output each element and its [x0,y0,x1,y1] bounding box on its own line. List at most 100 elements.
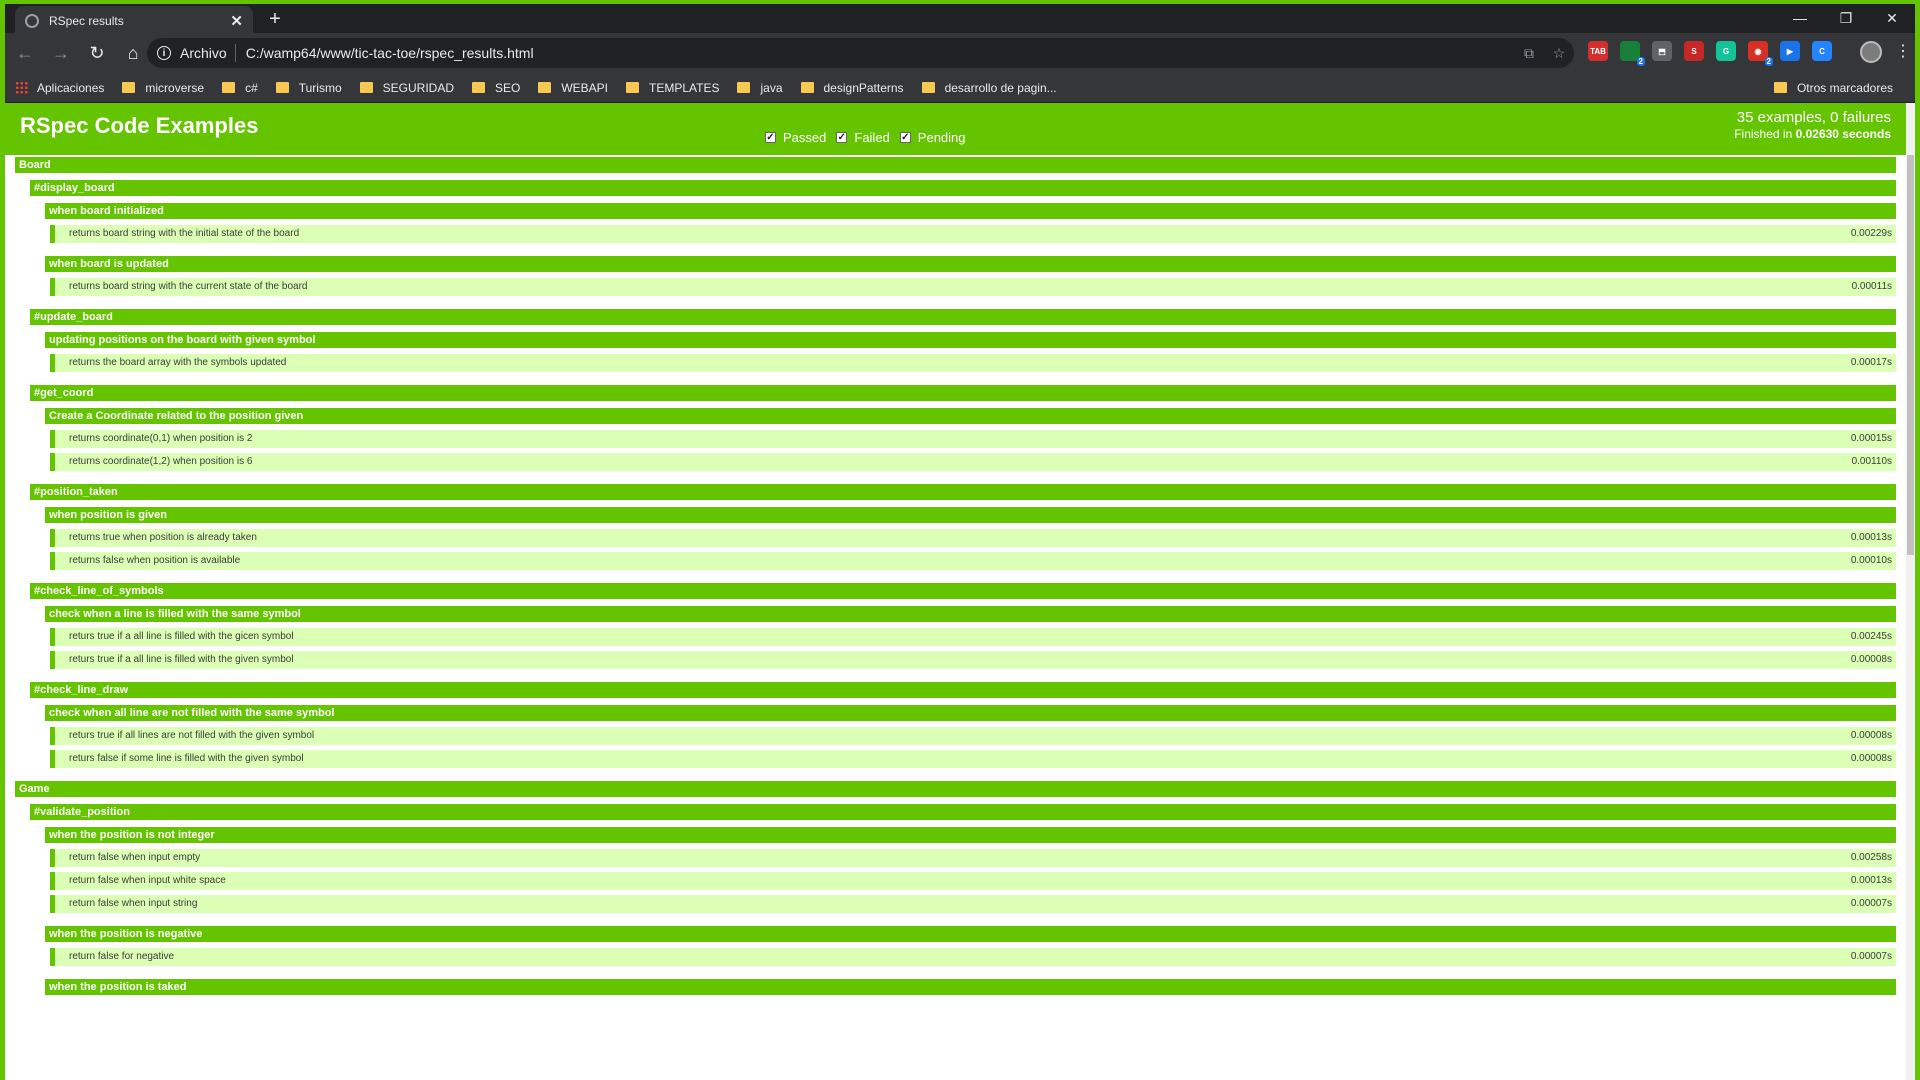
translate-icon[interactable]: ⧉ [1514,45,1544,62]
pdf-icon[interactable]: ⬒ [1652,41,1672,61]
method-group-header: #check_line_of_symbols [30,583,1896,599]
example-row: returns false when position is available… [50,552,1896,570]
apps-grid-icon [15,81,28,94]
example-duration: 0.00010s [1850,555,1892,566]
filter-checkbox[interactable]: ✓ [765,132,776,143]
notify-icon[interactable]: ◉ 2 [1748,41,1773,66]
status-icon[interactable]: 2 [1620,41,1645,66]
context-group-header: when position is given [45,507,1896,523]
back-icon[interactable]: ← [9,37,41,69]
bookmark-item[interactable]: TEMPLATES [626,81,719,95]
restore-icon[interactable]: ❐ [1823,6,1869,30]
duration-value: 0.02630 seconds [1795,127,1891,141]
address-url[interactable]: C:/wamp64/www/tic-tac-toe/rspec_results.… [246,45,1514,61]
example-description: returns board string with the current st… [69,281,308,292]
tab-title: RSpec results [49,14,124,28]
address-bar[interactable]: i Archivo C:/wamp64/www/tic-tac-toe/rspe… [147,38,1574,68]
grammarly-icon[interactable]: G [1716,41,1736,61]
new-tab-button[interactable]: + [263,8,287,30]
results-list: Board #display_board when board initialize… [5,157,1906,995]
bookmark-item[interactable]: java [737,80,783,95]
filter-checkbox[interactable]: ✓ [836,132,848,143]
bookmark-item[interactable]: SEO [471,80,521,95]
bookmark-item[interactable]: Aplicaciones [15,81,104,95]
page-favicon-icon [25,14,39,28]
window-controls: — ❐ ✕ [1777,6,1915,30]
example-description: returns board string with the initial st… [69,228,300,239]
info-icon[interactable]: i [157,46,171,60]
meet-icon[interactable]: ▶ [1780,41,1800,61]
bookmarks-bar: Aplicaciones microverse c# Turismo SEGURIDAD… [5,73,1915,103]
bookmark-item[interactable]: microverse [122,81,204,95]
bookmark-item[interactable]: Turismo [275,81,342,95]
example-duration: 0.00258s [1850,852,1892,863]
filter-pending[interactable]: ✓ Pending [899,130,966,145]
bookmark-label: Aplicaciones [37,80,105,95]
bookmark-item[interactable]: designPatterns [800,80,904,95]
extension-glyph: ◉ [1754,46,1762,56]
filter-failed[interactable]: ✓ Failed [836,130,890,145]
example-description: returs true if a all line is filled with… [69,631,294,642]
bookmark-label: java [760,80,783,95]
c-icon[interactable]: C [1812,41,1832,61]
bookmark-other[interactable]: Otros marcadores [1773,81,1893,95]
bookmark-item[interactable]: c# [222,81,258,95]
bookmark-item[interactable]: SEGURIDAD [359,81,454,95]
example-row: returns coordinate(0,1) when position is… [50,430,1896,448]
menu-dots-icon[interactable]: ⋮ [1895,41,1911,63]
filter-label: Failed [854,130,890,145]
bookmark-label: microverse [145,80,205,95]
forward-icon[interactable]: → [45,37,77,69]
example-description: returns the board array with the symbols… [69,357,287,368]
close-window-icon[interactable]: ✕ [1869,6,1915,30]
tab-icon[interactable]: TAB [1588,41,1608,61]
scrollbar[interactable] [1906,103,1915,1080]
filter-passed[interactable]: ✓ Passed [765,130,826,145]
example-row: return false when input empty 0.00258s [50,849,1896,867]
folder-icon [122,82,136,93]
example-row: returs true if a all line is filled with… [50,628,1896,646]
example-duration: 0.00007s [1850,951,1892,962]
browser-tab[interactable]: RSpec results ✕ [15,6,253,36]
bookmark-label: SEO [494,80,521,95]
example-row: returns board string with the initial st… [50,225,1896,243]
reload-icon[interactable]: ↻ [81,37,113,69]
folder-icon [471,82,485,93]
example-duration: 0.00008s [1850,753,1892,764]
duration-prefix: Finished in [1734,127,1796,141]
minimize-icon[interactable]: — [1777,6,1823,30]
bookmark-item[interactable]: WEBAPI [538,81,608,95]
bookmark-star-icon[interactable]: ☆ [1544,45,1574,62]
bookmark-label: designPatterns [823,80,904,95]
folder-icon [538,82,552,93]
example-description: returs true if a all line is filled with… [69,654,294,665]
filter-checkbox[interactable]: ✓ [899,132,911,143]
example-row: return false when input white space 0.000… [50,872,1896,890]
method-group-header: #validate_position [30,804,1896,820]
bookmark-label: c# [245,80,258,95]
extension-glyph: S [1691,46,1697,56]
example-duration: 0.00011s [1851,281,1892,292]
s-icon[interactable]: S [1684,41,1704,61]
bookmark-item[interactable]: desarrollo de pagin... [921,80,1057,95]
context-group-header: Create a Coordinate related to the posit… [45,408,1896,424]
scrollbar-thumb[interactable] [1907,155,1914,555]
folder-icon [359,82,373,93]
example-duration: 0.00007s [1850,898,1892,909]
example-duration: 0.00229s [1850,228,1892,239]
profile-avatar[interactable] [1860,41,1882,63]
bookmark-label: desarrollo de pagin... [944,80,1057,95]
summary: 35 examples, 0 failures Finished in 0.02… [1734,109,1891,141]
browser-window: RSpec results ✕ + — ❐ ✕ ← → ↻ ⌂ i Archiv… [0,0,1920,1080]
context-group-header: check when a line is filled with the sam… [45,606,1896,622]
close-tab-icon[interactable]: ✕ [230,12,243,30]
example-duration: 0.00008s [1850,730,1892,741]
example-duration: 0.00110s [1851,456,1892,467]
home-icon[interactable]: ⌂ [117,37,149,69]
example-description: return false when input white space [69,875,226,886]
